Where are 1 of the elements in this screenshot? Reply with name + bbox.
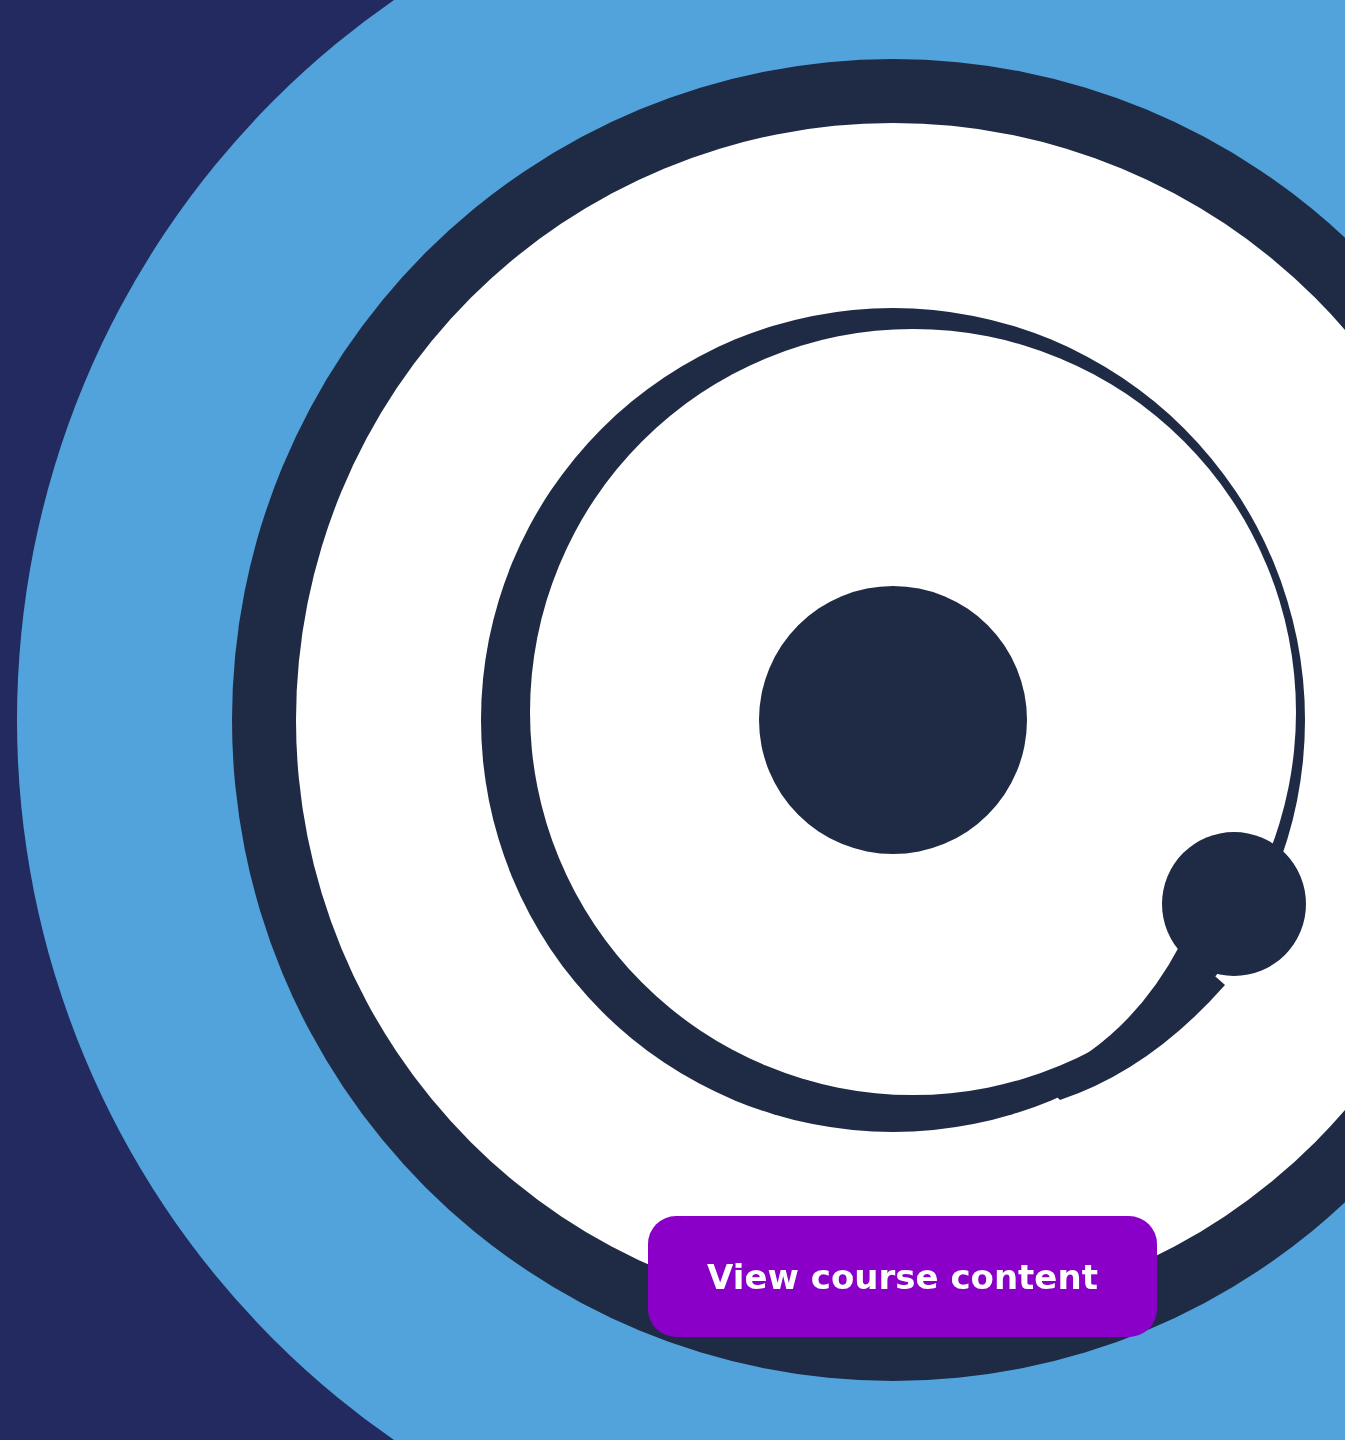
view-course-button[interactable]: View course content bbox=[648, 1216, 1157, 1337]
